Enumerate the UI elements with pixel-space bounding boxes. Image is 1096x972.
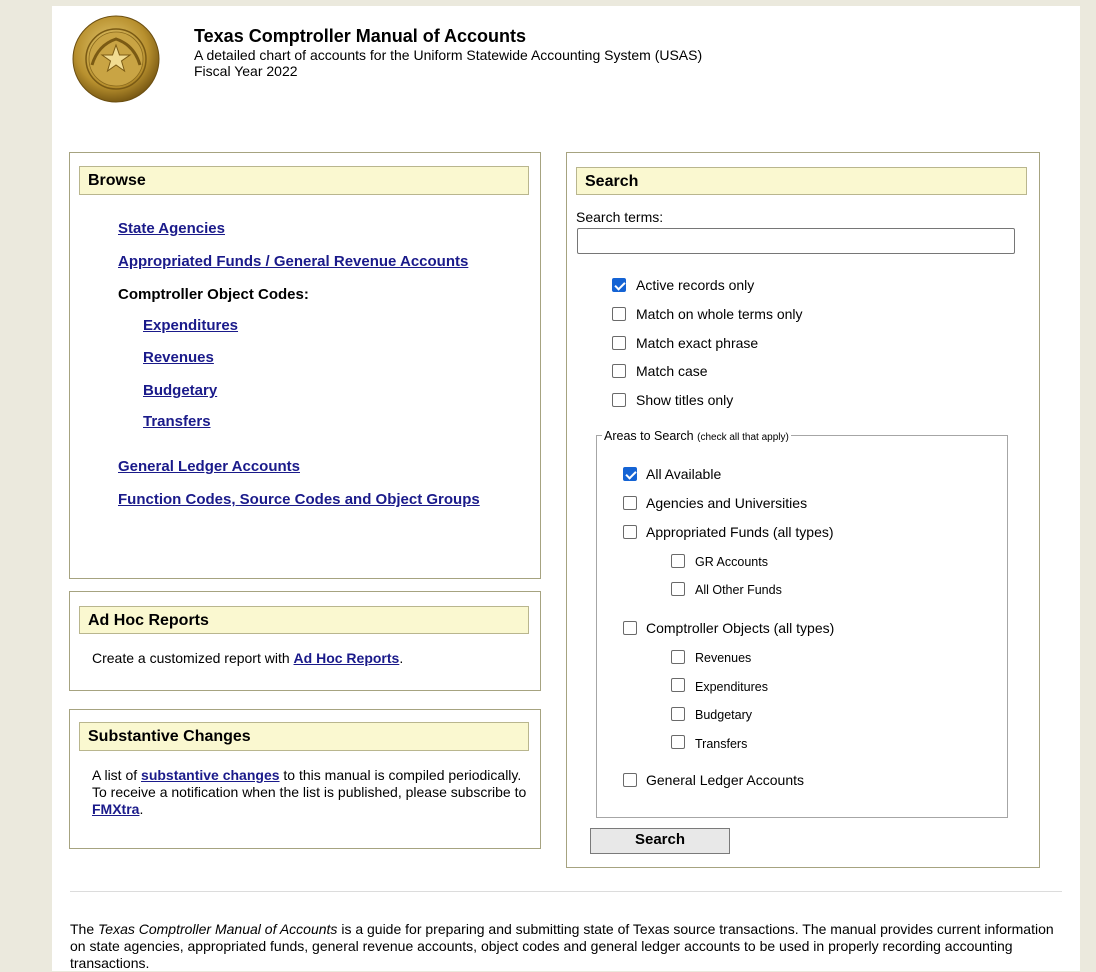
area-revenues-checkbox[interactable] xyxy=(671,650,685,664)
fmxtra-link[interactable]: FMXtra xyxy=(92,801,139,817)
exact-phrase-checkbox[interactable] xyxy=(612,336,626,350)
titles-only-checkbox[interactable] xyxy=(612,393,626,407)
area-funds-label: Appropriated Funds (all types) xyxy=(646,524,834,540)
nav-state-agencies-wrap: State Agencies xyxy=(118,220,225,237)
footer-divider xyxy=(70,891,1062,892)
fiscal-year: Fiscal Year 2022 xyxy=(194,63,298,79)
nav-general-ledger[interactable]: General Ledger Accounts xyxy=(118,458,300,475)
substantive-changes-link[interactable]: substantive changes xyxy=(141,767,280,783)
page: Texas Comptroller Manual of Accounts A d… xyxy=(52,6,1080,971)
nav-appropriated-funds-wrap: Appropriated Funds / General Revenue Acc… xyxy=(118,253,468,270)
search-heading: Search xyxy=(576,167,1027,195)
adhoc-text-before: Create a customized report with xyxy=(92,650,294,666)
area-transfers-label: Transfers xyxy=(695,737,748,751)
nav-revenues[interactable]: Revenues xyxy=(143,349,214,366)
whole-terms-label: Match on whole terms only xyxy=(636,306,803,322)
nav-transfers-wrap: Transfers xyxy=(143,413,211,430)
area-objects-checkbox[interactable] xyxy=(623,621,637,635)
areas-legend-title: Areas to Search xyxy=(604,429,694,443)
adhoc-text-after: . xyxy=(399,650,404,666)
area-gr-checkbox[interactable] xyxy=(671,554,685,568)
area-revenues-label: Revenues xyxy=(695,651,752,665)
nav-general-ledger-wrap: General Ledger Accounts xyxy=(118,458,300,475)
area-all-label: All Available xyxy=(646,466,722,482)
exact-phrase-label: Match exact phrase xyxy=(636,335,759,351)
adhoc-heading: Ad Hoc Reports xyxy=(79,606,529,634)
area-gr-label: GR Accounts xyxy=(695,555,768,569)
changes-text-1: A list of xyxy=(92,767,142,783)
area-objects-label: Comptroller Objects (all types) xyxy=(646,620,835,636)
nav-state-agencies[interactable]: State Agencies xyxy=(118,220,225,237)
browse-panel xyxy=(69,152,541,579)
active-only-label: Active records only xyxy=(636,277,755,293)
area-agencies-label: Agencies and Universities xyxy=(646,495,808,511)
area-budgetary-checkbox[interactable] xyxy=(671,707,685,721)
areas-legend: Areas to Search (check all that apply) xyxy=(602,429,791,445)
nav-expenditures[interactable]: Expenditures xyxy=(143,317,238,334)
area-expenditures-checkbox[interactable] xyxy=(671,678,685,692)
area-agencies-checkbox[interactable] xyxy=(623,496,637,510)
match-case-checkbox[interactable] xyxy=(612,364,626,378)
area-funds-checkbox[interactable] xyxy=(623,525,637,539)
nav-transfers[interactable]: Transfers xyxy=(143,413,211,430)
site-subtitle: A detailed chart of accounts for the Uni… xyxy=(194,47,703,63)
browse-heading: Browse xyxy=(79,166,529,195)
active-only-checkbox[interactable] xyxy=(612,278,626,292)
area-transfers-checkbox[interactable] xyxy=(671,735,685,749)
search-button[interactable]: Search xyxy=(590,828,730,854)
area-gl-checkbox[interactable] xyxy=(623,773,637,787)
footer-italic-title: Texas Comptroller Manual of Accounts xyxy=(98,921,338,937)
changes-text: A list of substantive changes to this ma… xyxy=(92,767,532,818)
whole-terms-checkbox[interactable] xyxy=(612,307,626,321)
footer-text-before: The xyxy=(70,921,99,937)
nav-function-codes-wrap: Function Codes, Source Codes and Object … xyxy=(118,491,480,508)
area-other-funds-label: All Other Funds xyxy=(695,583,782,597)
titles-only-label: Show titles only xyxy=(636,392,734,408)
area-all-checkbox[interactable] xyxy=(623,467,637,481)
changes-text-3: . xyxy=(139,801,144,817)
areas-legend-hint: (check all that apply) xyxy=(697,432,789,443)
nav-budgetary[interactable]: Budgetary xyxy=(143,382,217,399)
comptroller-seal-logo xyxy=(72,15,160,103)
changes-heading: Substantive Changes xyxy=(79,722,529,751)
nav-function-codes[interactable]: Function Codes, Source Codes and Object … xyxy=(118,491,480,508)
area-other-funds-checkbox[interactable] xyxy=(671,582,685,596)
adhoc-text: Create a customized report with Ad Hoc R… xyxy=(92,650,403,666)
match-case-label: Match case xyxy=(636,363,708,379)
object-codes-label: Comptroller Object Codes: xyxy=(118,286,309,303)
nav-expenditures-wrap: Expenditures xyxy=(143,317,238,334)
area-gl-label: General Ledger Accounts xyxy=(646,772,804,788)
nav-budgetary-wrap: Budgetary xyxy=(143,382,217,399)
site-header: Texas Comptroller Manual of Accounts A d… xyxy=(194,25,702,79)
site-title: Texas Comptroller Manual of Accounts xyxy=(194,26,527,46)
area-budgetary-label: Budgetary xyxy=(695,708,752,722)
adhoc-reports-link[interactable]: Ad Hoc Reports xyxy=(294,650,400,666)
footer-description: The Texas Comptroller Manual of Accounts… xyxy=(70,921,1060,972)
nav-appropriated-funds[interactable]: Appropriated Funds / General Revenue Acc… xyxy=(118,253,468,270)
area-expenditures-label: Expenditures xyxy=(695,680,768,694)
nav-revenues-wrap: Revenues xyxy=(143,349,214,366)
search-terms-label: Search terms: xyxy=(576,209,664,225)
search-terms-input[interactable] xyxy=(577,228,1015,254)
